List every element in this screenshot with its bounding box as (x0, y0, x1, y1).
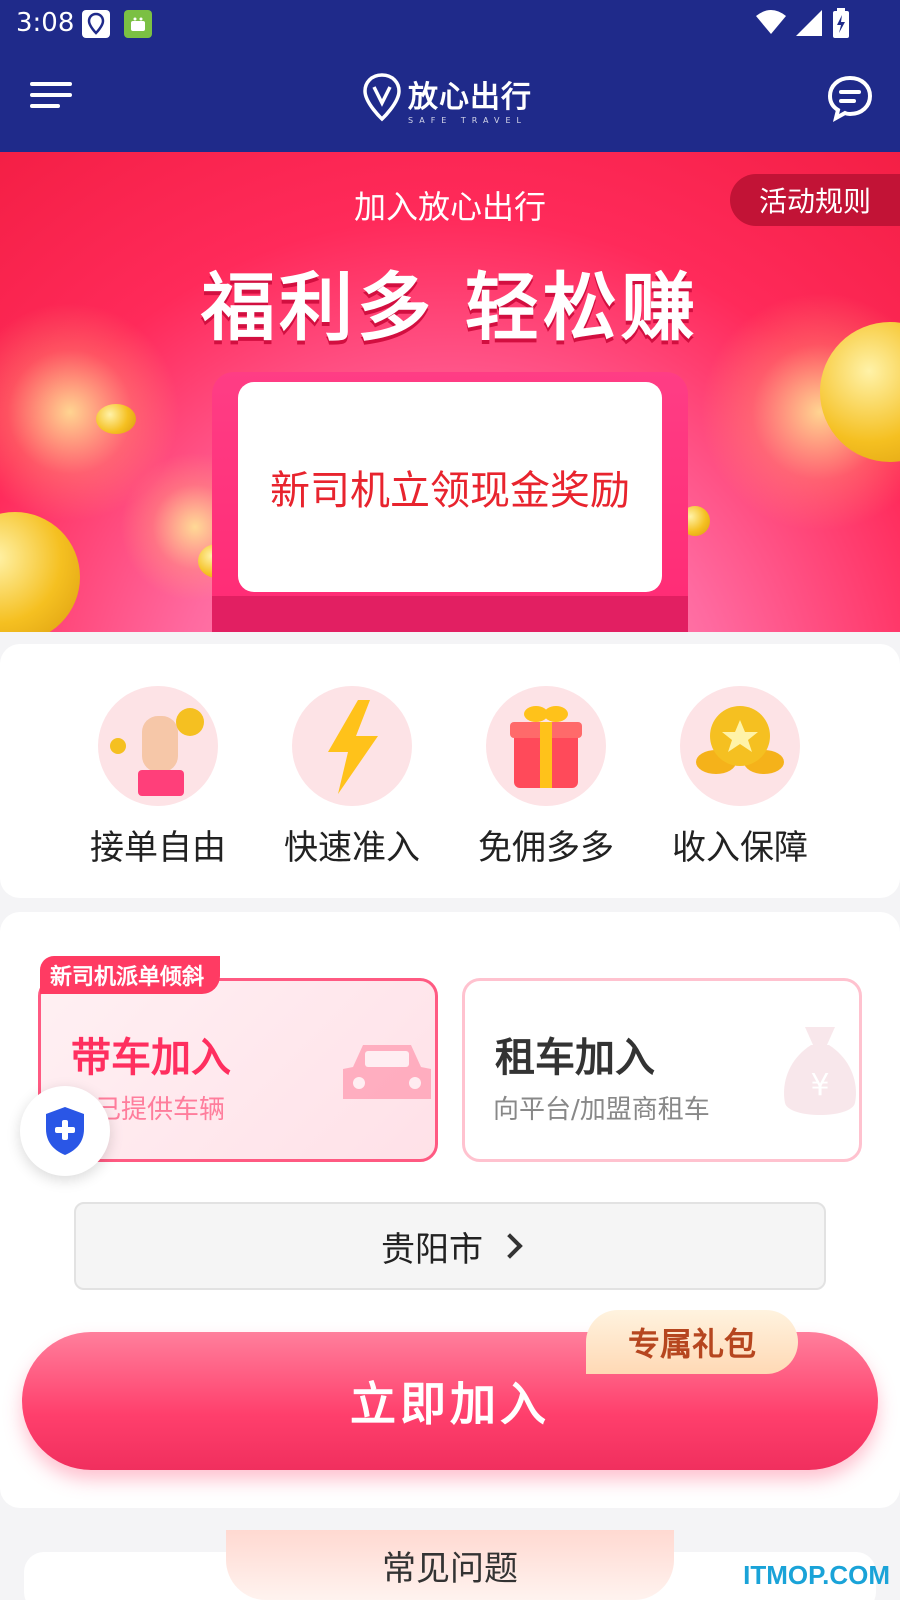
message-icon[interactable] (826, 74, 874, 122)
city-value: 贵阳市 (381, 1229, 483, 1270)
coin-stack-icon (680, 686, 800, 806)
menu-icon[interactable] (30, 82, 72, 114)
feature-item: 免佣多多 (456, 686, 636, 869)
feature-label: 免佣多多 (478, 828, 614, 868)
feature-item: 接单自由 (68, 686, 248, 869)
gift-box-icon (486, 686, 606, 806)
activity-rules-button[interactable]: 活动规则 (730, 174, 900, 226)
brand-subtitle: SAFE TRAVEL (408, 115, 527, 125)
banner-headline: 福利多 轻松赚 (201, 265, 699, 351)
join-now-label: 立即加入 (350, 1377, 550, 1431)
location-pin-logo-icon (363, 73, 401, 122)
hand-coin-icon (98, 686, 218, 806)
battery-icon (833, 8, 849, 38)
status-time: 3:08 (16, 8, 75, 38)
feature-item: 快速准入 (262, 686, 442, 869)
gold-coin-decoration (96, 404, 136, 434)
app-notification-icon (82, 10, 110, 38)
brand-name: 放心出行 (408, 79, 532, 115)
signal-icon (796, 10, 822, 36)
status-icons (756, 8, 850, 38)
option-title: 带车加入 (71, 1035, 231, 1081)
chevron-right-icon (497, 1233, 523, 1259)
feature-label: 收入保障 (672, 828, 808, 868)
reward-card-base (212, 596, 688, 632)
join-with-rental-option[interactable]: 租车加入 向平台/加盟商租车 ¥ (462, 978, 862, 1162)
safety-shield-button[interactable] (20, 1086, 110, 1176)
svg-text:¥: ¥ (810, 1068, 829, 1103)
lightning-icon (292, 686, 412, 806)
feature-grid: 接单自由 快速准入 免佣多多 收入保障 (0, 644, 900, 898)
new-driver-tag: 新司机派单倾斜 (40, 956, 221, 994)
money-bag-icon: ¥ (784, 1027, 856, 1115)
feature-label: 接单自由 (90, 828, 226, 868)
reward-card: 新司机立领现金奖励 (212, 372, 688, 632)
top-nav-bar: 放心出行 SAFE TRAVEL (0, 48, 900, 152)
shield-plus-icon (46, 1107, 84, 1155)
faq-title: 常见问题 (226, 1530, 674, 1600)
android-notification-icon (124, 10, 152, 38)
status-bar: 3:08 (0, 0, 900, 48)
gold-coin-decoration (0, 512, 80, 632)
feature-item: 收入保障 (650, 686, 830, 869)
promo-banner[interactable]: 加入放心出行 活动规则 福利多 轻松赚 新司机立领现金奖励 (0, 152, 900, 632)
reward-card-inner: 新司机立领现金奖励 (238, 382, 662, 592)
site-watermark: ITMOP.COM (743, 1560, 890, 1590)
wifi-icon (756, 10, 786, 34)
city-selector[interactable]: 贵阳市 (74, 1202, 826, 1290)
feature-label: 快速准入 (284, 828, 420, 868)
option-title: 租车加入 (495, 1035, 655, 1081)
option-subtitle: 向平台/加盟商租车 (493, 1095, 710, 1125)
reward-text: 新司机立领现金奖励 (270, 468, 630, 514)
app-logo: 放心出行 SAFE TRAVEL (362, 70, 532, 126)
car-icon (343, 1045, 431, 1099)
exclusive-gift-badge: 专属礼包 (586, 1310, 798, 1374)
